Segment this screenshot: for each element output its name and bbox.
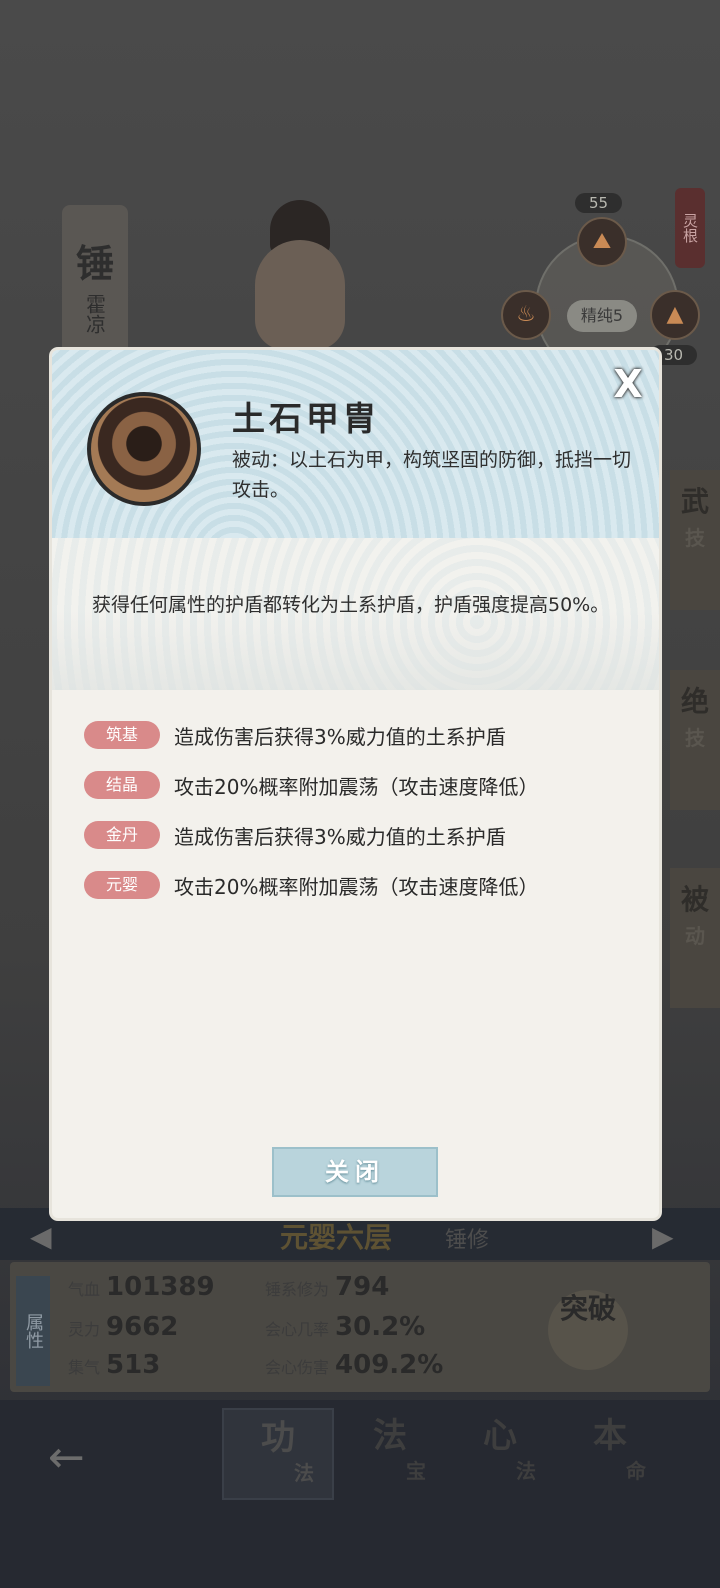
back-arrow-icon[interactable]: ← xyxy=(48,1432,85,1483)
next-arrow-icon[interactable]: ▶ xyxy=(652,1220,674,1253)
rank-subtitle: 锤修 xyxy=(445,1228,490,1253)
rank-title: 元婴六层 xyxy=(280,1221,393,1254)
skill-detail-dialog: 土石甲胄 被动：以土石为甲，构筑坚固的防御，抵挡一切攻击。 X 获得任何属性的护… xyxy=(52,350,659,1218)
nav-tab-technique[interactable]: 功法 xyxy=(222,1408,334,1500)
fire-element-icon: ♨ xyxy=(501,290,551,340)
skill-name: 土石甲胄 xyxy=(232,399,380,438)
side-tab-passive[interactable]: 被动 xyxy=(670,868,720,1008)
tier-badge: 元婴 xyxy=(84,871,160,899)
mountain-element-icon: ⛰ xyxy=(577,217,627,267)
weapon-tag: 锤 霍凉 xyxy=(62,205,128,355)
skill-armor-icon xyxy=(87,392,201,506)
purity-badge: 精纯5 xyxy=(567,300,637,332)
tier-text: 造成伤害后获得3%威力值的土系护盾 xyxy=(174,824,506,849)
tier-row: 结晶 攻击20%概率附加震荡（攻击速度降低） xyxy=(84,760,644,810)
prev-arrow-icon[interactable]: ◀ xyxy=(30,1220,52,1253)
spirit-root-tab[interactable]: 灵根 xyxy=(675,188,705,268)
tier-row: 筑基 造成伤害后获得3%威力值的土系护盾 xyxy=(84,710,644,760)
nav-tab-treasure[interactable]: 法宝 xyxy=(336,1408,444,1496)
skill-effect-desc: 获得任何属性的护盾都转化为土系护盾，护盾强度提高50%。 xyxy=(92,594,610,616)
nav-tab-mind[interactable]: 心法 xyxy=(446,1408,554,1496)
breakthrough-button[interactable]: 突破 xyxy=(548,1290,628,1370)
tier-list: 筑基 造成伤害后获得3%威力值的土系护盾 结晶 攻击20%概率附加震荡（攻击速度… xyxy=(84,710,644,910)
tier-text: 攻击20%概率附加震荡（攻击速度降低） xyxy=(174,774,539,799)
character-avatar xyxy=(245,200,355,350)
stat-charge: 集气 513 xyxy=(68,1350,161,1380)
character-name: 霍凉 xyxy=(82,294,107,334)
stat-crit-damage: 会心伤害 409.2% xyxy=(265,1350,444,1380)
earth-element-icon: ▲ xyxy=(650,290,700,340)
root-top-value: 55 xyxy=(575,193,623,213)
stat-cultivation: 锤系修为 794 xyxy=(265,1272,390,1302)
tier-badge: 金丹 xyxy=(84,821,160,849)
tier-row: 元婴 攻击20%概率附加震荡（攻击速度降低） xyxy=(84,860,644,910)
tier-text: 造成伤害后获得3%威力值的土系护盾 xyxy=(174,724,506,749)
side-tab-ultimate[interactable]: 绝技 xyxy=(670,670,720,810)
tier-text: 攻击20%概率附加震荡（攻击速度降低） xyxy=(174,874,539,899)
nav-tab-natal[interactable]: 本命 xyxy=(556,1408,664,1496)
stat-hp: 气血 101389 xyxy=(68,1272,215,1302)
close-button[interactable]: 关闭 xyxy=(272,1147,438,1197)
mountain-decoration xyxy=(52,610,659,690)
tier-badge: 筑基 xyxy=(84,721,160,749)
tier-badge: 结晶 xyxy=(84,771,160,799)
stat-spirit: 灵力 9662 xyxy=(68,1312,179,1342)
close-icon[interactable]: X xyxy=(608,364,648,404)
side-tab-martial[interactable]: 武技 xyxy=(670,470,720,610)
stats-label: 属性 xyxy=(16,1276,50,1386)
skill-passive-desc: 被动：以土石为甲，构筑坚固的防御，抵挡一切攻击。 xyxy=(232,449,632,501)
tier-row: 金丹 造成伤害后获得3%威力值的土系护盾 xyxy=(84,810,644,860)
weapon-char: 锤 xyxy=(75,242,114,286)
stat-crit-rate: 会心几率 30.2% xyxy=(265,1312,426,1342)
